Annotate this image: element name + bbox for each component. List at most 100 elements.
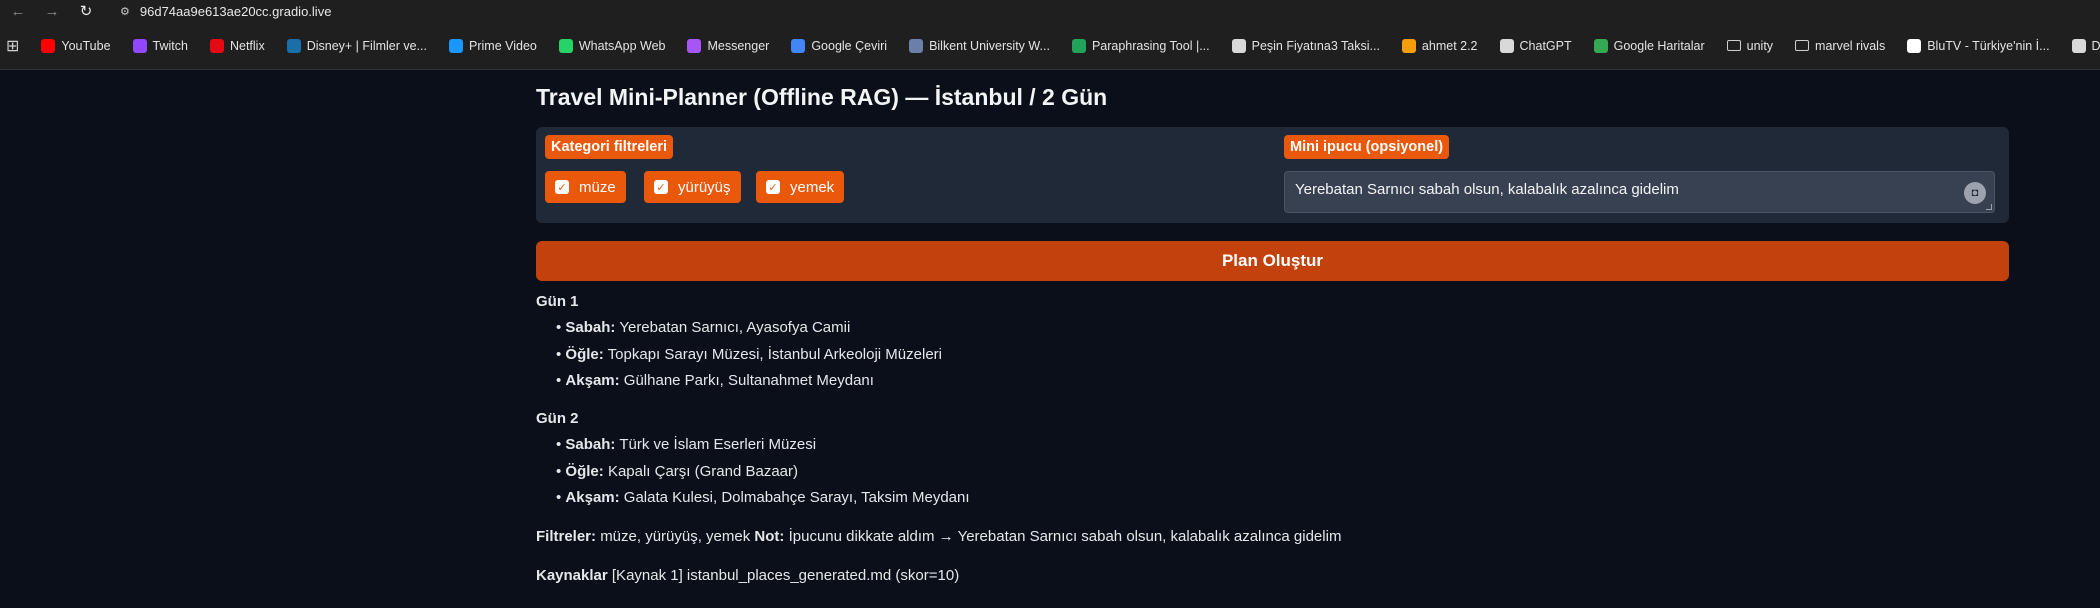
bookmark-label: Prime Video (469, 38, 537, 53)
slot-label: Akşam: (565, 372, 620, 389)
bookmark-label: BluTV - Türkiye'nin İ... (1927, 38, 2050, 53)
bookmark-label: Google Haritalar (1613, 38, 1705, 53)
bookmark-label: Peşin Fiyatına3 Taksi... (1251, 38, 1380, 53)
day-1-title: Gün 1 (536, 293, 579, 310)
bookmark-label: Paraphrasing Tool |... (1091, 38, 1210, 53)
bookmark-item[interactable]: Google Haritalar (1593, 38, 1705, 53)
filters-summary-text: müze, yürüyüş, yemek (600, 528, 751, 545)
google-translate-icon (791, 38, 806, 53)
bookmark-item[interactable]: marvel rivals (1795, 39, 1885, 53)
slot-text: Yerebatan Sarnıcı, Ayasofya Camii (619, 319, 851, 336)
bookmark-item[interactable]: Disney+ | Filmler ve... (286, 38, 427, 53)
chatgpt-icon (1499, 38, 1514, 53)
filter-checkbox-yemek[interactable]: ✓ yemek (756, 171, 845, 203)
bookmark-item[interactable]: ahmet 2.2 (1401, 38, 1478, 53)
bookmark-item[interactable]: Bilkent University W... (909, 38, 1050, 53)
list-item: • Akşam: Galata Kulesi, Dolmabahçe Saray… (556, 489, 970, 506)
filter-checkbox-muze[interactable]: ✓ müze (545, 171, 626, 203)
filters-label: Kategori filtreleri (545, 135, 674, 159)
tip-label: Mini ipucu (opsiyonel) (1284, 135, 1450, 159)
bookmark-label: unity (1746, 38, 1774, 53)
checkmark-icon[interactable]: ✓ (555, 180, 569, 194)
forward-icon[interactable]: → (42, 3, 62, 20)
ahmet-icon (1401, 38, 1416, 53)
bookmark-item[interactable]: Netflix (209, 38, 265, 53)
filter-label-muze: müze (579, 178, 616, 196)
list-item: • Sabah: Türk ve İslam Eserleri Müzesi (556, 436, 817, 453)
slot-text: Gülhane Parkı, Sultanahmet Meydanı (623, 372, 874, 389)
slot-label: Öğle: (565, 463, 604, 480)
filter-label-yemek: yemek (790, 178, 835, 196)
address-bar: ← → ↻ ⚙ 96d74aa9e613ae20cc.gradio.live (0, 0, 2100, 22)
input-panel: Kategori filtreleri ✓ müze ✓ yürüyüş ✓ y… (536, 127, 2009, 223)
slot-label: Akşam: (565, 489, 620, 506)
bookmark-item[interactable]: Messenger (687, 38, 770, 53)
bookmark-item[interactable]: Paraphrasing Tool |... (1071, 38, 1210, 53)
bookmark-item[interactable]: Prime Video (449, 38, 537, 53)
twitch-icon (132, 38, 147, 53)
paraphrasing-icon (1071, 38, 1086, 53)
plan-create-button[interactable]: Plan Oluştur (536, 241, 2009, 281)
slot-text: Topkapı Sarayı Müzesi, İstanbul Arkeoloj… (607, 346, 942, 363)
day-2-title: Gün 2 (536, 410, 579, 427)
bookmark-label: Disney+ | Filmler ve... (306, 38, 427, 53)
bookmark-item[interactable]: unity (1726, 38, 1774, 53)
bookmark-item[interactable]: Google Çeviri (791, 38, 888, 53)
site-info-icon[interactable]: ⚙ (120, 5, 130, 18)
textbox-action-icon[interactable]: ◘ (1964, 182, 1986, 204)
tip-text[interactable]: Yerebatan Sarnıcı sabah olsun, kalabalık… (1295, 181, 1679, 198)
bookmark-label: Netflix (229, 38, 265, 53)
bookmark-item[interactable]: Decks - Pokémon T... (2071, 38, 2100, 53)
pokemon-icon (2071, 38, 2086, 53)
bookmark-label: Messenger (707, 38, 770, 53)
url-field[interactable]: ⚙ 96d74aa9e613ae20cc.gradio.live (120, 4, 331, 19)
note-text: İpucunu dikkate aldım → Yerebatan Sarnıc… (788, 528, 1342, 545)
slot-label: Öğle: (565, 346, 604, 363)
slot-label: Sabah: (565, 319, 616, 336)
bookmark-item[interactable]: BluTV - Türkiye'nin İ... (1907, 38, 2050, 53)
bookmarks-bar: ⊞ YouTube Twitch Netflix Disney+ | Filmler … (0, 22, 2100, 70)
filter-label-yuruyus: yürüyüş (678, 178, 731, 196)
apps-grid-icon[interactable]: ⊞ (6, 36, 19, 56)
bookmark-label: ChatGPT (1519, 38, 1572, 53)
bookmark-item[interactable]: YouTube (41, 38, 111, 53)
back-icon[interactable]: ← (8, 3, 28, 20)
bookmark-item[interactable]: ChatGPT (1499, 38, 1572, 53)
note-label: Not: (754, 528, 785, 545)
bookmark-label: Google Çeviri (811, 38, 888, 53)
list-item: • Öğle: Topkapı Sarayı Müzesi, İstanbul … (556, 346, 942, 363)
checkmark-icon[interactable]: ✓ (766, 180, 780, 194)
filter-checkbox-yuruyus[interactable]: ✓ yürüyüş (644, 171, 741, 203)
bookmark-label: Twitch (152, 38, 188, 53)
list-item: • Sabah: Yerebatan Sarnıcı, Ayasofya Cam… (556, 319, 851, 336)
globe-icon (1231, 38, 1246, 53)
bookmark-label: Decks - Pokémon T... (2091, 38, 2100, 53)
bookmark-label: marvel rivals (1815, 38, 1886, 53)
sources-label: Kaynaklar (536, 567, 608, 584)
netflix-icon (209, 38, 224, 53)
filters-summary-label: Filtreler: (536, 528, 597, 545)
youtube-icon (41, 38, 56, 53)
bookmark-item[interactable]: WhatsApp Web (558, 38, 666, 53)
tip-textarea[interactable]: Yerebatan Sarnıcı sabah olsun, kalabalık… (1284, 171, 1995, 213)
url-text[interactable]: 96d74aa9e613ae20cc.gradio.live (140, 4, 332, 19)
bookmark-item[interactable]: Twitch (132, 38, 188, 53)
whatsapp-icon (558, 38, 573, 53)
list-item: • Akşam: Gülhane Parkı, Sultanahmet Meyd… (556, 372, 874, 389)
slot-text: Kapalı Çarşı (Grand Bazaar) (607, 463, 799, 480)
blutv-icon (1907, 38, 1922, 53)
bookmark-label: WhatsApp Web (578, 38, 666, 53)
resize-handle-icon[interactable] (1986, 204, 1992, 210)
page-title: Travel Mini-Planner (Offline RAG) — İsta… (536, 84, 1108, 110)
slot-label: Sabah: (565, 436, 616, 453)
app-page: Travel Mini-Planner (Offline RAG) — İsta… (0, 70, 2100, 608)
bookmark-item[interactable]: Peşin Fiyatına3 Taksi... (1231, 38, 1380, 53)
checkmark-icon[interactable]: ✓ (654, 180, 668, 194)
messenger-icon (687, 38, 702, 53)
prime-video-icon (449, 38, 463, 53)
sources: Kaynaklar [Kaynak 1] istanbul_places_gen… (536, 567, 959, 584)
reload-icon[interactable]: ↻ (76, 2, 96, 20)
slot-text: Galata Kulesi, Dolmabahçe Sarayı, Taksim… (623, 489, 970, 506)
filters-summary: Filtreler: müze, yürüyüş, yemek Not: İpu… (536, 528, 1341, 545)
google-maps-icon (1593, 38, 1608, 53)
